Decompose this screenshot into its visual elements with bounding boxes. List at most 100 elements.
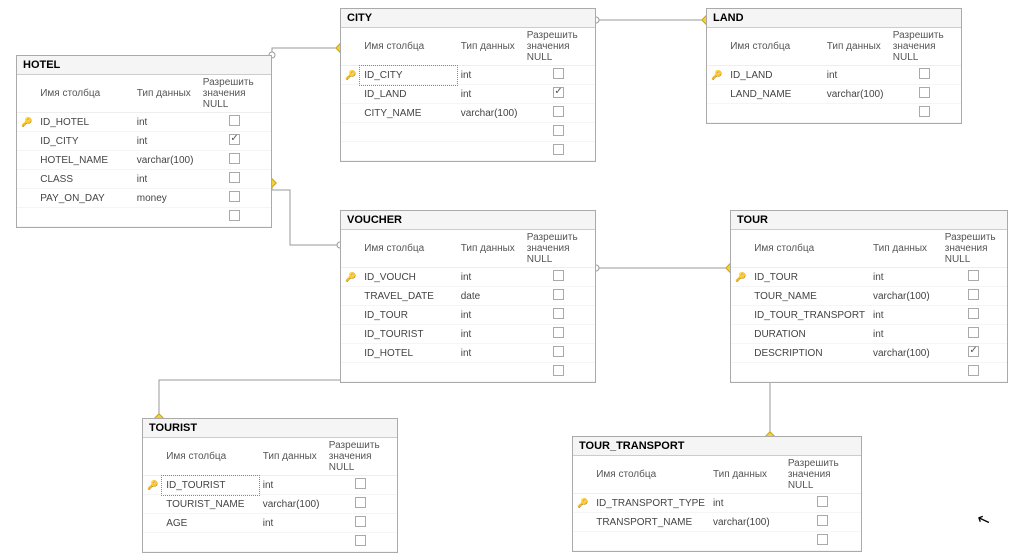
allow-null-checkbox[interactable] — [355, 478, 366, 489]
table-title: TOUR — [731, 211, 1007, 230]
columns-grid: Имя столбцаТип данныхРазрешить значения … — [143, 438, 397, 552]
allow-null-checkbox[interactable] — [553, 144, 564, 155]
column-type: int — [457, 66, 523, 85]
column-row[interactable]: 🔑ID_HOTELint — [17, 113, 271, 132]
column-name: HOTEL_NAME — [36, 151, 133, 170]
allow-null-checkbox[interactable] — [229, 172, 240, 183]
column-name: ID_TOUR — [750, 268, 869, 287]
column-name: TOUR_NAME — [750, 287, 869, 306]
table-hotel[interactable]: HOTELИмя столбцаТип данныхРазрешить знач… — [16, 55, 272, 228]
allow-null-checkbox[interactable] — [919, 106, 930, 117]
allow-null-checkbox[interactable] — [229, 134, 240, 145]
allow-null-checkbox[interactable] — [553, 308, 564, 319]
table-transport[interactable]: TOUR_TRANSPORTИмя столбцаТип данныхРазре… — [572, 436, 862, 552]
column-row-empty[interactable] — [341, 123, 595, 142]
column-type: date — [457, 287, 523, 306]
column-type: varchar(100) — [133, 151, 199, 170]
col-header-type: Тип данных — [709, 456, 784, 494]
column-row[interactable]: ID_CITYint — [17, 132, 271, 151]
column-row[interactable]: CITY_NAMEvarchar(100) — [341, 104, 595, 123]
column-row[interactable]: AGEint — [143, 514, 397, 533]
allow-null-checkbox[interactable] — [553, 346, 564, 357]
col-header-name: Имя столбца — [592, 456, 709, 494]
relationship-hotel-city[interactable] — [272, 48, 340, 55]
allow-null-checkbox[interactable] — [355, 535, 366, 546]
allow-null-checkbox[interactable] — [229, 191, 240, 202]
column-row-empty[interactable] — [707, 104, 961, 123]
column-row[interactable]: TOUR_NAMEvarchar(100) — [731, 287, 1007, 306]
allow-null-checkbox[interactable] — [553, 270, 564, 281]
column-row-empty[interactable] — [573, 532, 861, 551]
column-row[interactable]: 🔑ID_TOURISTint — [143, 476, 397, 495]
column-row[interactable]: TRAVEL_DATEdate — [341, 287, 595, 306]
allow-null-checkbox[interactable] — [355, 497, 366, 508]
allow-null-checkbox[interactable] — [553, 365, 564, 376]
allow-null-checkbox[interactable] — [968, 308, 979, 319]
column-row[interactable]: TOURIST_NAMEvarchar(100) — [143, 495, 397, 514]
column-row[interactable]: LAND_NAMEvarchar(100) — [707, 85, 961, 104]
column-row[interactable]: HOTEL_NAMEvarchar(100) — [17, 151, 271, 170]
column-row[interactable]: ID_TOURISTint — [341, 325, 595, 344]
allow-null-checkbox[interactable] — [229, 115, 240, 126]
table-tourist[interactable]: TOURISTИмя столбцаТип данныхРазрешить зн… — [142, 418, 398, 553]
column-row[interactable]: CLASSint — [17, 170, 271, 189]
column-row[interactable]: ID_LANDint — [341, 85, 595, 104]
column-row-empty[interactable] — [341, 142, 595, 161]
column-row[interactable]: ID_TOUR_TRANSPORTint — [731, 306, 1007, 325]
column-row-empty[interactable] — [17, 208, 271, 227]
allow-null-checkbox[interactable] — [919, 87, 930, 98]
allow-null-checkbox[interactable] — [553, 327, 564, 338]
column-name: ID_VOUCH — [360, 268, 457, 287]
column-row[interactable]: 🔑ID_VOUCHint — [341, 268, 595, 287]
table-city[interactable]: CITYИмя столбцаТип данныхРазрешить значе… — [340, 8, 596, 162]
column-name: ID_CITY — [36, 132, 133, 151]
allow-null-checkbox[interactable] — [817, 534, 828, 545]
relationship-voucher-hotel[interactable] — [272, 183, 340, 245]
allow-null-checkbox[interactable] — [229, 153, 240, 164]
allow-null-checkbox[interactable] — [553, 289, 564, 300]
column-name: DURATION — [750, 325, 869, 344]
allow-null-checkbox[interactable] — [817, 496, 828, 507]
column-row-empty[interactable] — [731, 363, 1007, 382]
column-row[interactable]: TRANSPORT_NAMEvarchar(100) — [573, 513, 861, 532]
allow-null-checkbox[interactable] — [817, 515, 828, 526]
allow-null-checkbox[interactable] — [355, 516, 366, 527]
column-row[interactable]: DURATIONint — [731, 325, 1007, 344]
allow-null-checkbox[interactable] — [968, 270, 979, 281]
column-row[interactable]: ID_TOURint — [341, 306, 595, 325]
allow-null-checkbox[interactable] — [919, 68, 930, 79]
col-header-name: Имя столбца — [360, 28, 457, 66]
allow-null-checkbox[interactable] — [968, 365, 979, 376]
column-row[interactable]: 🔑ID_LANDint — [707, 66, 961, 85]
column-row[interactable]: 🔑ID_CITYint — [341, 66, 595, 85]
allow-null-checkbox[interactable] — [553, 106, 564, 117]
column-name: ID_LAND — [726, 66, 823, 85]
column-row[interactable]: DESCRIPTIONvarchar(100) — [731, 344, 1007, 363]
column-row[interactable]: PAY_ON_DAYmoney — [17, 189, 271, 208]
column-name: ID_TOURIST — [162, 476, 259, 495]
allow-null-checkbox[interactable] — [968, 346, 979, 357]
primary-key-icon: 🔑 — [577, 498, 588, 508]
table-voucher[interactable]: VOUCHERИмя столбцаТип данныхРазрешить зн… — [340, 210, 596, 383]
allow-null-checkbox[interactable] — [553, 125, 564, 136]
column-row[interactable]: 🔑ID_TRANSPORT_TYPEint — [573, 494, 861, 513]
column-type: varchar(100) — [823, 85, 889, 104]
table-tour[interactable]: TOURИмя столбцаТип данныхРазрешить значе… — [730, 210, 1008, 383]
column-type: int — [823, 66, 889, 85]
col-header-name: Имя столбца — [162, 438, 259, 476]
column-row[interactable]: ID_HOTELint — [341, 344, 595, 363]
allow-null-checkbox[interactable] — [968, 327, 979, 338]
allow-null-checkbox[interactable] — [553, 68, 564, 79]
column-name: ID_HOTEL — [36, 113, 133, 132]
table-land[interactable]: LANDИмя столбцаТип данныхРазрешить значе… — [706, 8, 962, 124]
column-row[interactable]: 🔑ID_TOURint — [731, 268, 1007, 287]
col-header-null: Разрешить значения NULL — [199, 75, 271, 113]
table-title: VOUCHER — [341, 211, 595, 230]
allow-null-checkbox[interactable] — [968, 289, 979, 300]
allow-null-checkbox[interactable] — [229, 210, 240, 221]
column-type: int — [259, 514, 325, 533]
column-row-empty[interactable] — [341, 363, 595, 382]
column-row-empty[interactable] — [143, 533, 397, 552]
table-title: HOTEL — [17, 56, 271, 75]
allow-null-checkbox[interactable] — [553, 87, 564, 98]
